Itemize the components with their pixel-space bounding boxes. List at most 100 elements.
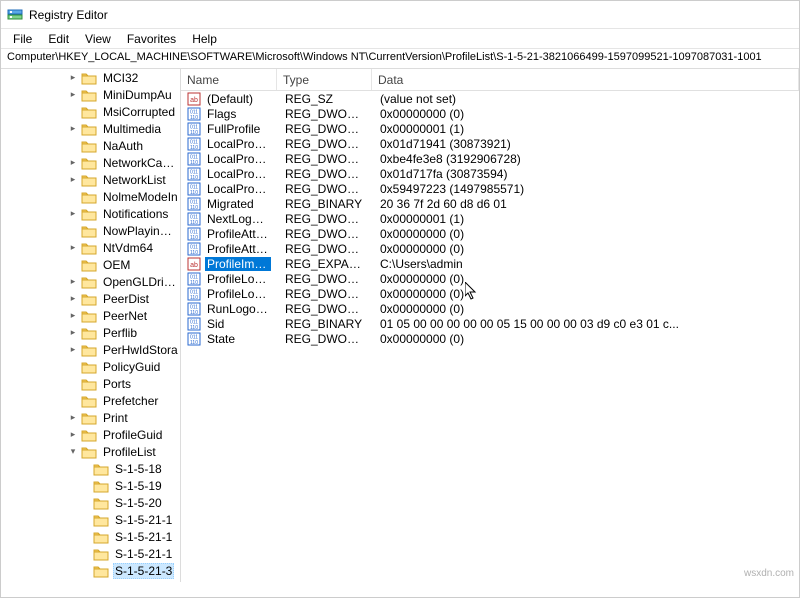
value-row[interactable]: 011110StateREG_DWORD0x00000000 (0): [181, 331, 799, 346]
main-split: ▸ MCI32▸MiniDumpAuMsiCorrupted▸Multimedia…: [1, 69, 799, 582]
tree-item[interactable]: ▸PeerNet: [7, 307, 180, 324]
menu-edit[interactable]: Edit: [40, 30, 77, 48]
tree-item[interactable]: S-1-5-18: [7, 460, 180, 477]
chevron-icon: [79, 548, 91, 560]
chevron-icon: [79, 514, 91, 526]
chevron-icon[interactable]: ▸: [67, 72, 79, 84]
chevron-icon[interactable]: ▸: [67, 89, 79, 101]
chevron-icon[interactable]: ▸: [67, 123, 79, 135]
value-row[interactable]: 011110LocalProfileLoa...REG_DWORD0xbe4fe…: [181, 151, 799, 166]
values-panel[interactable]: Name Type Data ab(Default)REG_SZ(value n…: [181, 69, 799, 582]
value-type: REG_BINARY: [283, 197, 364, 211]
window-titlebar: Registry Editor: [1, 1, 799, 29]
column-header-name[interactable]: Name: [181, 69, 277, 90]
tree-item[interactable]: ▸ Notifications: [7, 205, 180, 222]
tree-item[interactable]: ▸ProfileGuid: [7, 426, 180, 443]
menu-help[interactable]: Help: [184, 30, 225, 48]
tree-item[interactable]: S-1-5-20: [7, 494, 180, 511]
tree-item[interactable]: S-1-5-21-3: [7, 562, 180, 579]
chevron-icon[interactable]: ▸: [67, 174, 79, 186]
value-type: REG_EXPAND_SZ: [283, 257, 366, 271]
chevron-icon[interactable]: ▸: [67, 276, 79, 288]
value-row[interactable]: 011110LocalProfileUnlo...REG_DWORD0x5949…: [181, 181, 799, 196]
chevron-icon[interactable]: ▸: [67, 242, 79, 254]
value-row[interactable]: abProfileImagePathREG_EXPAND_SZC:\Users\…: [181, 256, 799, 271]
menu-favorites[interactable]: Favorites: [119, 30, 184, 48]
tree-item-label: S-1-5-21-1: [113, 547, 174, 561]
chevron-icon[interactable]: ▸: [67, 157, 79, 169]
chevron-icon[interactable]: ▸: [67, 429, 79, 441]
chevron-icon[interactable]: ▸: [67, 310, 79, 322]
value-row[interactable]: 011110LocalProfileLoa...REG_DWORD0x01d71…: [181, 136, 799, 151]
tree-item-label: S-1-5-18: [113, 462, 164, 476]
svg-text:110: 110: [190, 145, 198, 151]
chevron-icon[interactable]: ▸: [67, 412, 79, 424]
tree-item[interactable]: NowPlayingSe: [7, 222, 180, 239]
values-header: Name Type Data: [181, 69, 799, 91]
tree-item[interactable]: ▸OpenGLDrivers: [7, 273, 180, 290]
horizontal-scrollbar[interactable]: [1, 582, 799, 599]
value-row[interactable]: 011110ProfileAttempte...REG_DWORD0x00000…: [181, 241, 799, 256]
tree-item[interactable]: PolicyGuid: [7, 358, 180, 375]
tree-item[interactable]: NolmeModeIn: [7, 188, 180, 205]
value-type: REG_DWORD: [283, 302, 366, 316]
svg-text:110: 110: [190, 205, 198, 211]
tree-item-label: NtVdm64: [101, 241, 155, 255]
svg-text:110: 110: [190, 280, 198, 286]
chevron-icon[interactable]: ▸: [67, 582, 79, 583]
tree-item[interactable]: ▸Print: [7, 409, 180, 426]
value-name: RunLogonScript...: [205, 302, 271, 316]
value-name: LocalProfileLoa...: [205, 152, 271, 166]
chevron-icon[interactable]: ▸: [67, 327, 79, 339]
tree-item[interactable]: ▸PeerDist: [7, 290, 180, 307]
value-row[interactable]: 011110LocalProfileUnlo...REG_DWORD0x01d7…: [181, 166, 799, 181]
tree-item[interactable]: Ports: [7, 375, 180, 392]
value-row[interactable]: 011110ProfileAttempte...REG_DWORD0x00000…: [181, 226, 799, 241]
tree-item[interactable]: ▸PerHwIdStora: [7, 341, 180, 358]
chevron-icon: [67, 140, 79, 152]
tree-item[interactable]: S-1-5-21-1: [7, 511, 180, 528]
tree-item[interactable]: S-1-5-19: [7, 477, 180, 494]
menu-file[interactable]: File: [5, 30, 40, 48]
tree-item-label: Notifications: [101, 207, 170, 221]
tree-item[interactable]: ▸ProfileNotifica: [7, 579, 180, 582]
tree-item[interactable]: ▸MiniDumpAu: [7, 86, 180, 103]
value-row[interactable]: 011110RunLogonScript...REG_DWORD0x000000…: [181, 301, 799, 316]
tree-item[interactable]: S-1-5-21-1: [7, 545, 180, 562]
tree-item[interactable]: Prefetcher: [7, 392, 180, 409]
value-row[interactable]: 011110FlagsREG_DWORD0x00000000 (0): [181, 106, 799, 121]
chevron-icon[interactable]: ▾: [67, 446, 79, 458]
value-row[interactable]: 011110ProfileLoadTime...REG_DWORD0x00000…: [181, 286, 799, 301]
tree-item[interactable]: ▸ MCI32: [7, 69, 180, 86]
column-header-data[interactable]: Data: [372, 69, 799, 90]
tree-item[interactable]: S-1-5-21-1: [7, 528, 180, 545]
value-row[interactable]: 011110FullProfileREG_DWORD0x00000001 (1): [181, 121, 799, 136]
value-row[interactable]: 011110ProfileLoadTime...REG_DWORD0x00000…: [181, 271, 799, 286]
value-row[interactable]: ab(Default)REG_SZ(value not set): [181, 91, 799, 106]
tree-item-label: MCI32: [101, 71, 140, 85]
tree-item[interactable]: ▸NetworkCards: [7, 154, 180, 171]
tree-item-label: S-1-5-20: [113, 496, 164, 510]
tree-item[interactable]: ▾ProfileList: [7, 443, 180, 460]
chevron-icon[interactable]: ▸: [67, 344, 79, 356]
tree-item[interactable]: MsiCorrupted: [7, 103, 180, 120]
chevron-icon[interactable]: ▸: [67, 293, 79, 305]
tree-item[interactable]: OEM: [7, 256, 180, 273]
value-row[interactable]: 011110MigratedREG_BINARY20 36 7f 2d 60 d…: [181, 196, 799, 211]
address-bar[interactable]: Computer\HKEY_LOCAL_MACHINE\SOFTWARE\Mic…: [1, 49, 799, 69]
svg-text:ab: ab: [190, 97, 198, 104]
chevron-icon: [67, 395, 79, 407]
value-row[interactable]: 011110NextLogonCach...REG_DWORD0x0000000…: [181, 211, 799, 226]
tree-item[interactable]: ▸ NtVdm64: [7, 239, 180, 256]
tree-item[interactable]: ▸NetworkList: [7, 171, 180, 188]
value-row[interactable]: 011110SidREG_BINARY01 05 00 00 00 00 00 …: [181, 316, 799, 331]
tree-panel[interactable]: ▸ MCI32▸MiniDumpAuMsiCorrupted▸Multimedia…: [1, 69, 181, 582]
chevron-icon[interactable]: ▸: [67, 208, 79, 220]
tree-item[interactable]: ▸Perflib: [7, 324, 180, 341]
tree-item[interactable]: ▸Multimedia: [7, 120, 180, 137]
column-header-type[interactable]: Type: [277, 69, 372, 90]
menu-view[interactable]: View: [77, 30, 119, 48]
value-data: C:\Users\admin: [378, 257, 465, 271]
tree-item[interactable]: NaAuth: [7, 137, 180, 154]
value-name: Flags: [205, 107, 238, 121]
